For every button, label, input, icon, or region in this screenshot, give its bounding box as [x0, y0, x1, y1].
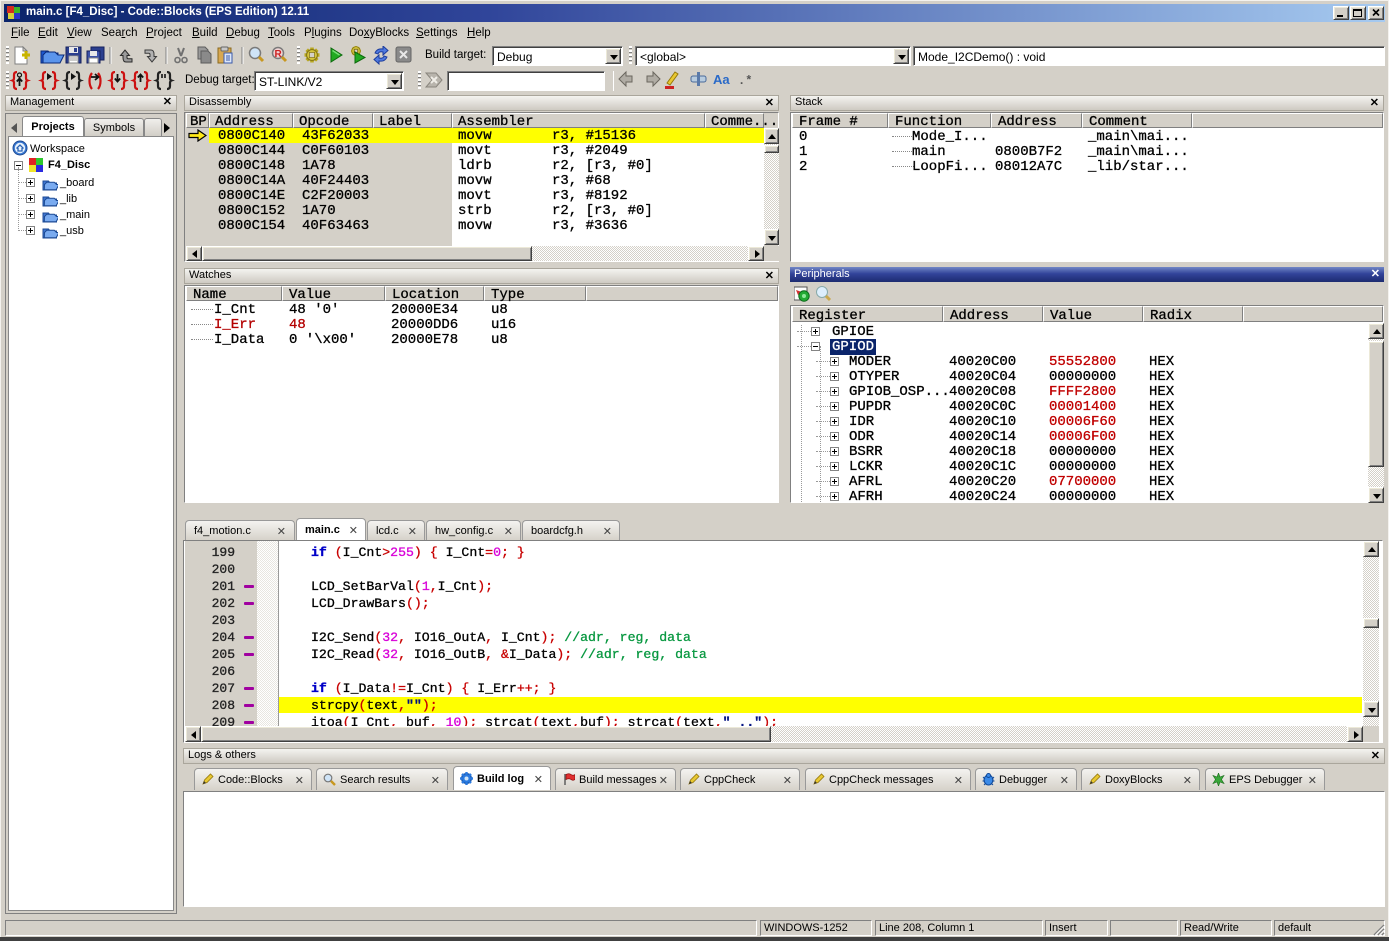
svg-text:Aa: Aa: [713, 72, 730, 87]
svg-text:.*: .*: [738, 74, 752, 88]
